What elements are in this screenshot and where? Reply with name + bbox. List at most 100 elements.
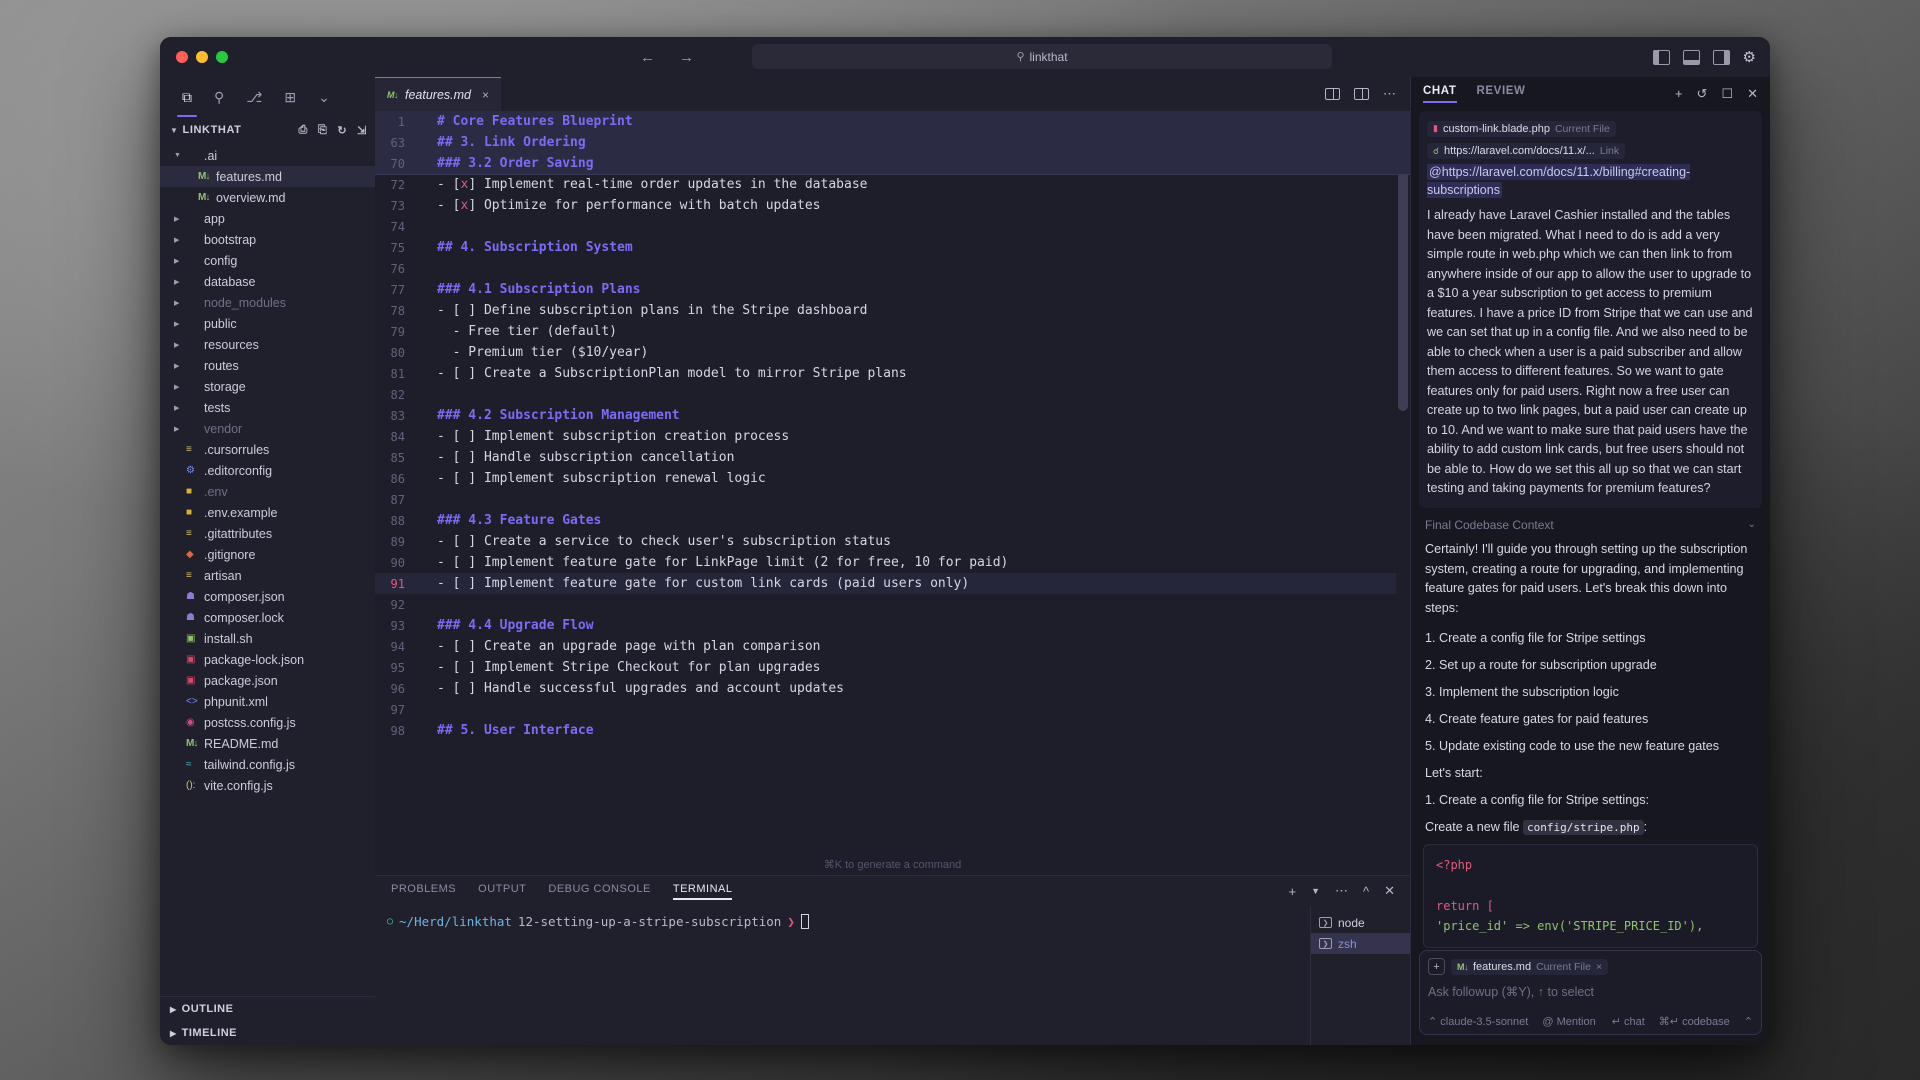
editor-line[interactable]: 73 - [x] Optimize for performance with ba…: [375, 195, 1410, 216]
timeline-section[interactable]: ▶ TIMELINE: [160, 1021, 375, 1045]
window-controls[interactable]: [160, 51, 228, 63]
activity-bar[interactable]: ⧉ ⚲ ⎇ ⊞ ⌄: [160, 77, 375, 117]
maximize-panel-icon[interactable]: ^: [1363, 884, 1369, 899]
tree-file[interactable]: ◆ .gitignore: [160, 544, 375, 565]
editor-line[interactable]: 86 - [ ] Implement subscription renewal l…: [375, 468, 1410, 489]
chat-input-box[interactable]: + M↓ features.md Current File × Ask foll…: [1419, 950, 1762, 1035]
context-chip-link[interactable]: ☌ https://laravel.com/docs/11.x/... Link: [1427, 143, 1626, 159]
tree-folder[interactable]: ▼ .ai: [160, 145, 375, 166]
explorer-icon[interactable]: ⧉: [177, 89, 197, 117]
split-editor-icon[interactable]: [1325, 88, 1340, 100]
collapse-all-icon[interactable]: ⇲: [357, 124, 367, 137]
tree-file[interactable]: (): vite.config.js: [160, 775, 375, 796]
tree-folder[interactable]: ▶ resources: [160, 334, 375, 355]
toggle-secondary-sidebar-icon[interactable]: [1712, 49, 1730, 65]
more-views-icon[interactable]: ⌄: [318, 89, 330, 106]
panel-actions[interactable]: + ▼ ⋯ ^ ✕: [1288, 883, 1410, 899]
editor-line[interactable]: 85 - [ ] Handle subscription cancellation: [375, 447, 1410, 468]
command-search-bar[interactable]: ⚲ linkthat: [752, 44, 1332, 69]
new-chat-icon[interactable]: +: [1675, 86, 1683, 102]
history-icon[interactable]: ↺: [1697, 86, 1708, 102]
editor-line[interactable]: 93 ### 4.4 Upgrade Flow: [375, 615, 1410, 636]
code-lines[interactable]: 72 - [x] Implement real-time order update…: [375, 174, 1410, 875]
tree-folder[interactable]: ▶ app: [160, 208, 375, 229]
editor-line[interactable]: 95 - [ ] Implement Stripe Checkout for pl…: [375, 657, 1410, 678]
toggle-primary-sidebar-icon[interactable]: [1652, 49, 1670, 65]
tree-folder[interactable]: ▶ public: [160, 313, 375, 334]
tree-file[interactable]: ▣ package.json: [160, 670, 375, 691]
editor-line[interactable]: 80 - Premium tier ($10/year): [375, 342, 1410, 363]
editor-line[interactable]: 72 - [x] Implement real-time order update…: [375, 174, 1410, 195]
gear-icon[interactable]: ⚙: [1743, 50, 1756, 65]
editor-line[interactable]: 79 - Free tier (default): [375, 321, 1410, 342]
more-panel-actions-icon[interactable]: ⋯: [1335, 883, 1348, 899]
tree-file[interactable]: ■ .env: [160, 481, 375, 502]
terminal-output[interactable]: ○ ~/Herd/linkthat 12-setting-up-a-stripe…: [375, 906, 1310, 1045]
editor-line[interactable]: 98 ## 5. User Interface: [375, 720, 1410, 741]
panel-tabs[interactable]: PROBLEMS OUTPUT DEBUG CONSOLE TERMINAL +…: [375, 876, 1410, 906]
layout-toggle-icon[interactable]: [1354, 88, 1369, 100]
editor-tab-actions[interactable]: ⋯: [1325, 77, 1410, 111]
chat-input-placeholder[interactable]: Ask followup (⌘Y), ↑ to select: [1428, 984, 1753, 999]
tab-features-md[interactable]: M↓ features.md ×: [375, 77, 502, 111]
editor-line[interactable]: 90 - [ ] Implement feature gate for LinkP…: [375, 552, 1410, 573]
editor-line[interactable]: 63 ## 3. Link Ordering: [375, 132, 1410, 153]
tree-file[interactable]: ☗ composer.json: [160, 586, 375, 607]
editor-line[interactable]: 97: [375, 699, 1410, 720]
editor-line[interactable]: 76: [375, 258, 1410, 279]
tab-chat[interactable]: CHAT: [1423, 85, 1457, 103]
editor-line[interactable]: 74: [375, 216, 1410, 237]
editor-line[interactable]: 75 ## 4. Subscription System: [375, 237, 1410, 258]
terminal-instance-list[interactable]: ❯ node ❯ zsh: [1310, 906, 1410, 1045]
tree-file[interactable]: ≡ artisan: [160, 565, 375, 586]
tree-folder[interactable]: ▶ node_modules: [160, 292, 375, 313]
editor-line[interactable]: 81 - [ ] Create a SubscriptionPlan model …: [375, 363, 1410, 384]
chat-actions[interactable]: + ↺ ☐ ✕: [1675, 86, 1758, 102]
tree-file[interactable]: ☗ composer.lock: [160, 607, 375, 628]
minimize-window-button[interactable]: [196, 51, 208, 63]
tab-review[interactable]: REVIEW: [1477, 85, 1526, 103]
outline-section[interactable]: ▶ OUTLINE: [160, 997, 375, 1021]
submit-hints[interactable]: ↵ chat ⌘↵ codebase ⌃: [1612, 1015, 1753, 1028]
terminal-instance[interactable]: ❯ zsh: [1311, 933, 1410, 954]
codebase-context-row[interactable]: Final Codebase Context ⌄: [1419, 508, 1762, 540]
editor-line[interactable]: 83 ### 4.2 Subscription Management: [375, 405, 1410, 426]
new-folder-icon[interactable]: ⎘: [318, 124, 327, 137]
editor-line[interactable]: 1 # Core Features Blueprint: [375, 111, 1410, 132]
titlebar-actions[interactable]: ⚙: [1652, 49, 1756, 65]
mention-button[interactable]: @ Mention: [1542, 1016, 1595, 1028]
chat-input-footer[interactable]: ⌃ claude-3.5-sonnet @ Mention ↵ chat ⌘↵ …: [1428, 1015, 1753, 1029]
tree-folder[interactable]: ▶ routes: [160, 355, 375, 376]
add-context-button[interactable]: +: [1428, 958, 1445, 975]
mention-link[interactable]: @https://laravel.com/docs/11.x/billing#c…: [1427, 164, 1691, 199]
tree-file[interactable]: ≈ tailwind.config.js: [160, 754, 375, 775]
tree-file[interactable]: M↓ README.md: [160, 733, 375, 754]
editor-line[interactable]: 78 - [ ] Define subscription plans in the…: [375, 300, 1410, 321]
editor-line[interactable]: 70 ### 3.2 Order Saving: [375, 153, 1410, 174]
chevron-down-icon[interactable]: ▼: [1311, 886, 1320, 896]
tree-file[interactable]: ▣ install.sh: [160, 628, 375, 649]
file-tree[interactable]: ▼ .ai M↓ features.md M↓ overview.md ▶ app ▶ boots…: [160, 143, 375, 996]
tree-file[interactable]: ◉ postcss.config.js: [160, 712, 375, 733]
close-window-button[interactable]: [176, 51, 188, 63]
tree-file[interactable]: ■ .env.example: [160, 502, 375, 523]
explorer-actions[interactable]: ⎙ ⎘ ↻ ⇲: [299, 124, 367, 137]
expand-chat-icon[interactable]: ☐: [1721, 86, 1733, 102]
tab-terminal[interactable]: TERMINAL: [672, 883, 733, 900]
codebase-submit-hint[interactable]: ⌘↵ codebase: [1659, 1015, 1730, 1028]
tab-output[interactable]: OUTPUT: [478, 883, 526, 900]
editor-line[interactable]: 91 - [ ] Implement feature gate for custo…: [375, 573, 1410, 594]
editor-line[interactable]: 89 - [ ] Create a service to check user's…: [375, 531, 1410, 552]
tab-debug-console[interactable]: DEBUG CONSOLE: [548, 883, 650, 900]
refresh-icon[interactable]: ↻: [337, 124, 347, 137]
new-file-icon[interactable]: ⎙: [299, 124, 308, 137]
chat-input-chips[interactable]: + M↓ features.md Current File ×: [1428, 958, 1753, 975]
editor-line[interactable]: 84 - [ ] Implement subscription creation …: [375, 426, 1410, 447]
tree-file[interactable]: <> phpunit.xml: [160, 691, 375, 712]
tree-file[interactable]: M↓ features.md: [160, 166, 375, 187]
chevron-down-icon[interactable]: ⌄: [1748, 519, 1756, 530]
chip-close-icon[interactable]: ×: [1596, 961, 1602, 973]
maximize-window-button[interactable]: [216, 51, 228, 63]
source-control-icon[interactable]: ⎇: [246, 89, 262, 106]
editor-line[interactable]: 77 ### 4.1 Subscription Plans: [375, 279, 1410, 300]
